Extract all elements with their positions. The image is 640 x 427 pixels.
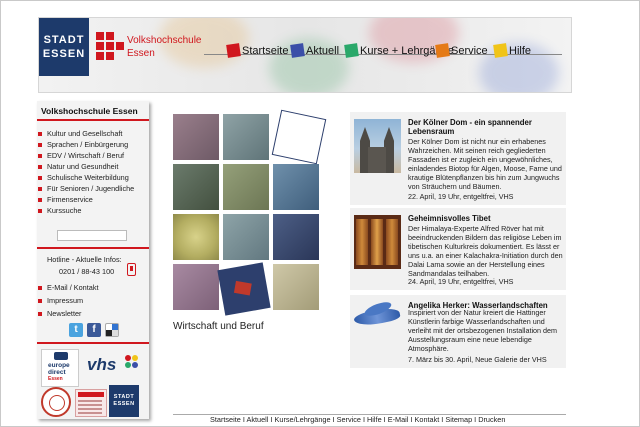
tile-item[interactable]: [173, 214, 219, 260]
vhs-dots-icon: [125, 355, 143, 373]
tile-item[interactable]: [273, 214, 319, 260]
sidebar-item-sprachen[interactable]: Sprachen / Einbürgerung: [37, 140, 134, 151]
cathedral-image[interactable]: [354, 119, 401, 173]
sidebar-item-senioren[interactable]: Für Senioren / Jugendliche: [37, 184, 134, 195]
europe-direct-logo[interactable]: europe direct Essen: [41, 349, 79, 387]
delicious-icon[interactable]: [105, 323, 119, 337]
nav-service[interactable]: Service: [435, 43, 488, 58]
sidebar-item-kultur[interactable]: Kultur und Gesellschaft: [37, 129, 134, 140]
tile-item[interactable]: [173, 264, 219, 310]
footer-link-drucken[interactable]: Drucken: [478, 415, 505, 424]
nav-label: Startseite: [242, 44, 289, 57]
nav-label: Hilfe: [509, 44, 532, 57]
card-text: Der Himalaya-Experte Alfred Röver hat mi…: [408, 224, 563, 279]
sidebar-item-edv[interactable]: EDV / Wirtschaft / Beruf: [37, 151, 134, 162]
course-search-input[interactable]: [57, 230, 127, 241]
sidebar-title: Volkshochschule Essen: [41, 106, 138, 116]
nav-aktuell[interactable]: Aktuell: [290, 43, 340, 58]
stadt-essen-logo[interactable]: STADT ESSEN: [39, 18, 89, 76]
footer-link-hilfe[interactable]: Hilfe: [367, 415, 382, 424]
impressum-link[interactable]: Impressum: [37, 296, 99, 307]
nav-startseite[interactable]: Startseite: [226, 43, 289, 58]
newsletter-link[interactable]: Newsletter: [37, 309, 99, 320]
logo-line1: STADT: [43, 34, 85, 46]
card-date: 7. März bis 30. April, Neue Galerie der …: [408, 355, 547, 364]
footer-link-sitemap[interactable]: Sitemap: [445, 415, 472, 424]
vhs-mark-icon[interactable]: [96, 32, 124, 60]
hotline-number: 0201 / 88-43 100: [59, 267, 115, 276]
footer-link-startseite[interactable]: Startseite: [210, 415, 241, 424]
sidebar-links: E-Mail / Kontakt Impressum Newsletter: [37, 283, 99, 320]
nav-hilfe[interactable]: Hilfe: [493, 43, 532, 58]
tile-item[interactable]: [273, 264, 319, 310]
square-icon: [493, 43, 508, 58]
quality-seal-icon[interactable]: [41, 387, 71, 417]
square-icon: [226, 43, 241, 58]
mobile-phone-icon: [127, 263, 136, 276]
square-icon: [435, 43, 450, 58]
twitter-icon[interactable]: t: [69, 323, 83, 337]
nav-label: Service: [451, 44, 488, 57]
logo-line2: ESSEN: [42, 48, 86, 60]
footer-link-service[interactable]: Service: [337, 415, 361, 424]
card-title[interactable]: Geheimnisvolles Tibet: [408, 214, 562, 223]
footer-link-kontakt[interactable]: Kontakt: [415, 415, 440, 424]
site-header: STADT ESSEN Volkshochschule Essen Starts…: [38, 17, 572, 93]
sidebar: Volkshochschule Essen Kultur und Gesells…: [37, 101, 149, 419]
tile-item-active[interactable]: [217, 262, 271, 316]
vhs-name[interactable]: Volkshochschule: [127, 35, 202, 47]
event-card[interactable]: Geheimnisvolles Tibet Der Himalaya-Exper…: [350, 208, 566, 290]
vhs-logo[interactable]: vhs: [87, 355, 116, 375]
sidebar-rule: [37, 342, 149, 344]
tile-item-highlight[interactable]: [271, 109, 327, 165]
square-icon: [344, 43, 359, 58]
sidebar-item-natur[interactable]: Natur und Gesundheit: [37, 162, 134, 173]
tile-item[interactable]: [223, 164, 269, 210]
footer-link-aktuell[interactable]: Aktuell: [247, 415, 269, 424]
footer-link-kurse[interactable]: Kurse/Lehrgänge: [275, 415, 331, 424]
event-card[interactable]: Angelika Herker: Wasserlandschaften Insp…: [350, 295, 566, 368]
prayer-wheels-image[interactable]: [354, 215, 401, 269]
stadt-essen-small-logo[interactable]: STADT ESSEN: [109, 385, 139, 417]
sidebar-menu: Kultur und Gesellschaft Sprachen / Einbü…: [37, 129, 134, 217]
nav-label: Aktuell: [306, 44, 340, 57]
tile-item[interactable]: [273, 164, 319, 210]
tile-item[interactable]: [173, 164, 219, 210]
eu-text: europe direct Essen: [48, 362, 70, 382]
sidebar-item-kurssuche[interactable]: Kurssuche: [37, 206, 134, 217]
footer-link-email[interactable]: E-Mail: [388, 415, 409, 424]
sidebar-item-firmenservice[interactable]: Firmenservice: [37, 195, 134, 206]
footer-nav: Startseite I Aktuell I Kurse/Lehrgänge I…: [210, 415, 506, 424]
card-date: 24. April, 19 Uhr, entgeltfrei, VHS: [408, 277, 514, 286]
vhs-name-city[interactable]: Essen: [127, 48, 155, 60]
eu-flag-icon: [54, 352, 68, 360]
sidebar-rule: [37, 119, 149, 121]
certificate-badge[interactable]: [75, 389, 107, 417]
card-date: 22. April, 19 Uhr, entgeltfrei, VHS: [408, 192, 514, 201]
card-title[interactable]: Der Kölner Dom - ein spannender Lebensra…: [408, 118, 562, 136]
tile-item[interactable]: [223, 214, 269, 260]
hotline-label: Hotline - Aktuelle Infos:: [47, 255, 122, 264]
square-icon: [290, 43, 305, 58]
sidebar-rule: [37, 247, 149, 249]
card-text: Inspiriert von der Natur kreiert die Hat…: [408, 308, 558, 354]
tile-caption: Wirtschaft und Beruf: [173, 321, 264, 332]
event-card[interactable]: Der Kölner Dom - ein spannender Lebensra…: [350, 112, 566, 205]
facebook-icon[interactable]: f: [87, 323, 101, 337]
tile-item[interactable]: [223, 114, 269, 160]
card-text: Der Kölner Dom ist nicht nur ein erhaben…: [408, 137, 562, 192]
sidebar-item-schulische[interactable]: Schulische Weiterbildung: [37, 173, 134, 184]
water-art-image[interactable]: [353, 299, 401, 336]
tile-item[interactable]: [173, 114, 219, 160]
email-contact-link[interactable]: E-Mail / Kontakt: [37, 283, 99, 294]
